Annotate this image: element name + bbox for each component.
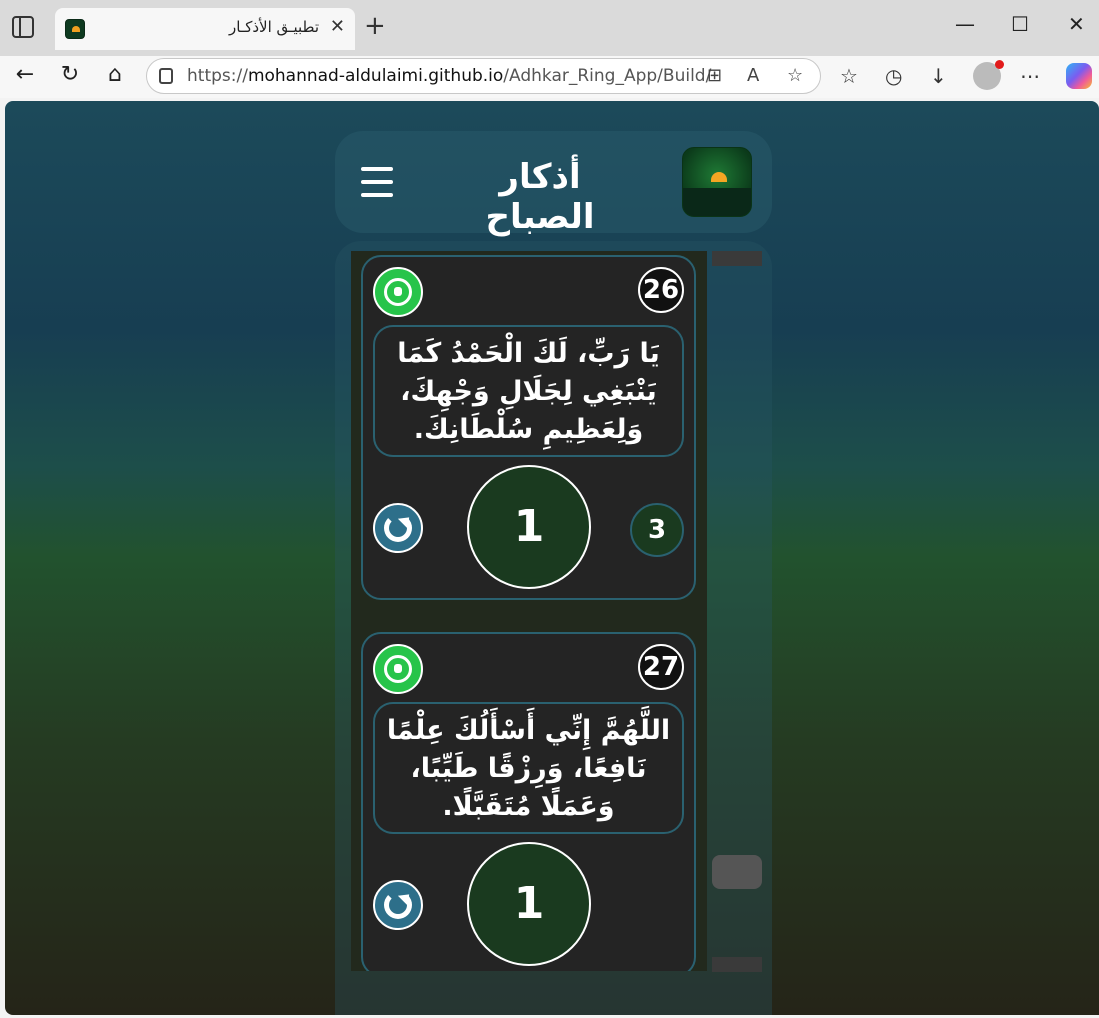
reset-icon xyxy=(384,891,412,919)
page-title: أذكار الصباح xyxy=(485,157,595,237)
tab-title: تطبيـق الأذكـار xyxy=(229,18,319,36)
browser-tab-bar: تطبيـق الأذكـار ✕ + — ☐ ✕ xyxy=(0,0,1099,56)
web-viewport: أذكار الصباح 26 يَا رَبِّ، لَكَ الْحَمْد… xyxy=(5,101,1099,1015)
dhikr-card: 27 اللَّهُمَّ إِنِّي أَسْأَلُكَ عِلْمًا … xyxy=(361,632,696,971)
counter-button[interactable]: 1 xyxy=(467,465,591,589)
reset-counter-button[interactable] xyxy=(373,880,423,930)
translate-icon[interactable]: A xyxy=(747,65,759,86)
dhikr-number-badge: 27 xyxy=(638,644,684,690)
app-favicon-icon xyxy=(65,19,85,39)
home-icon[interactable]: ⌂ xyxy=(100,62,130,87)
dhikr-text: اللَّهُمَّ إِنِّي أَسْأَلُكَ عِلْمًا نَا… xyxy=(386,715,671,822)
browser-tab[interactable]: تطبيـق الأذكـار ✕ xyxy=(55,8,355,50)
scrollbar-down-arrow[interactable] xyxy=(712,957,762,972)
whatsapp-share-button[interactable] xyxy=(373,267,423,317)
adhkar-list[interactable]: 26 يَا رَبِّ، لَكَ الْحَمْدُ كَمَا يَنْب… xyxy=(351,251,707,971)
sun-icon xyxy=(711,172,727,182)
url-text[interactable]: https://mohannad-aldulaimi.github.io/Adh… xyxy=(187,66,711,86)
dhikr-text-box: يَا رَبِّ، لَكَ الْحَمْدُ كَمَا يَنْبَغِ… xyxy=(373,325,684,457)
history-icon[interactable]: ◷ xyxy=(885,64,902,88)
address-bar[interactable]: https://mohannad-aldulaimi.github.io/Adh… xyxy=(146,58,821,94)
hamburger-menu-icon[interactable] xyxy=(361,167,393,197)
dhikr-card: 26 يَا رَبِّ، لَكَ الْحَمْدُ كَمَا يَنْب… xyxy=(361,255,696,600)
dhikr-text: يَا رَبِّ، لَكَ الْحَمْدُ كَمَا يَنْبَغِ… xyxy=(397,338,660,445)
scrollbar-up-arrow[interactable] xyxy=(712,251,762,266)
new-tab-icon[interactable]: + xyxy=(364,12,386,40)
app-available-icon[interactable]: ⊞ xyxy=(707,65,722,86)
whatsapp-icon xyxy=(384,655,412,683)
scrollbar-thumb[interactable] xyxy=(712,855,762,889)
downloads-icon[interactable]: ↓ xyxy=(930,64,947,88)
more-options-icon[interactable]: ⋯ xyxy=(1020,64,1040,88)
minimize-icon[interactable]: — xyxy=(955,12,975,36)
maximize-icon[interactable]: ☐ xyxy=(1011,12,1029,36)
tab-actions-icon[interactable] xyxy=(12,16,34,38)
dhikr-text-box: اللَّهُمَّ إِنِّي أَسْأَلُكَ عِلْمًا نَا… xyxy=(373,702,684,834)
reset-counter-button[interactable] xyxy=(373,503,423,553)
dhikr-number-badge: 26 xyxy=(638,267,684,313)
close-tab-icon[interactable]: ✕ xyxy=(330,16,345,37)
copilot-icon[interactable] xyxy=(1066,63,1092,89)
whatsapp-icon xyxy=(384,278,412,306)
favorites-icon[interactable]: ☆ xyxy=(840,64,858,88)
close-window-icon[interactable]: ✕ xyxy=(1068,12,1085,36)
favorite-star-icon[interactable]: ☆ xyxy=(787,65,803,86)
app-header: أذكار الصباح xyxy=(335,131,772,237)
reset-icon xyxy=(384,514,412,542)
whatsapp-share-button[interactable] xyxy=(373,644,423,694)
profile-avatar[interactable] xyxy=(973,60,1004,90)
lock-icon[interactable] xyxy=(159,68,173,84)
reload-icon[interactable]: ↻ xyxy=(55,62,85,87)
counter-button[interactable]: 1 xyxy=(467,842,591,966)
app-logo xyxy=(682,147,752,217)
back-icon[interactable]: ← xyxy=(10,62,40,87)
target-count-badge: 3 xyxy=(630,503,684,557)
browser-toolbar: ← ↻ ⌂ https://mohannad-aldulaimi.github.… xyxy=(0,56,1099,98)
